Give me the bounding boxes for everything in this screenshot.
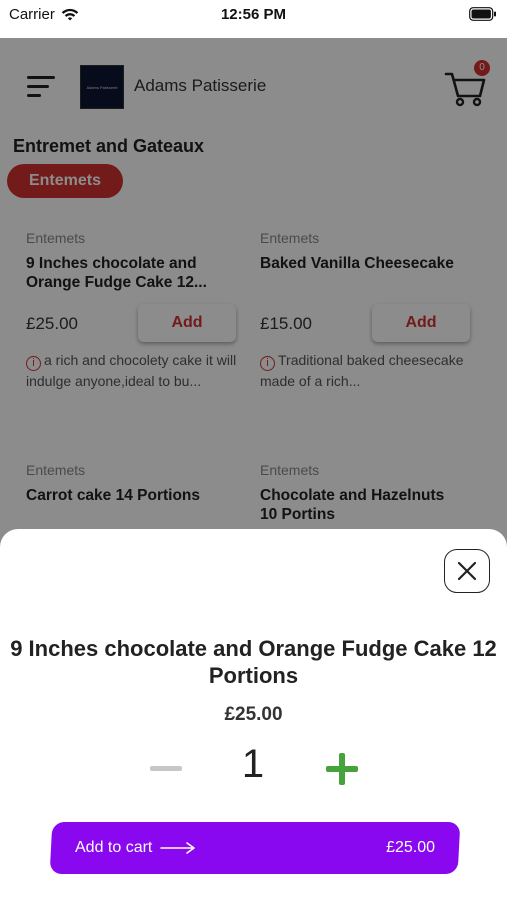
- sheet-product-price: £25.00: [224, 704, 283, 725]
- sheet-product-title: 9 Inches chocolate and Orange Fudge Cake…: [10, 636, 497, 688]
- product-bottom-sheet: 9 Inches chocolate and Orange Fudge Cake…: [0, 529, 507, 900]
- add-to-cart-content: Add to cart £25.00: [51, 822, 459, 874]
- add-to-cart-button[interactable]: Add to cart £25.00: [49, 822, 461, 874]
- status-bar: Carrier 12:56 PM: [0, 0, 507, 38]
- quantity-value: 1: [241, 742, 265, 786]
- add-to-cart-total: £25.00: [386, 839, 435, 856]
- decrease-quantity-button[interactable]: [148, 753, 184, 783]
- add-to-cart-label: Add to cart: [75, 839, 153, 856]
- status-time: 12:56 PM: [220, 6, 287, 23]
- increase-quantity-button[interactable]: [322, 749, 362, 789]
- arrow-right-icon: [160, 842, 196, 854]
- add-to-cart-left: Add to cart: [75, 839, 196, 857]
- close-button[interactable]: [444, 549, 490, 593]
- close-icon: [457, 561, 477, 581]
- minus-icon: [150, 765, 182, 771]
- battery-icon: [469, 7, 496, 21]
